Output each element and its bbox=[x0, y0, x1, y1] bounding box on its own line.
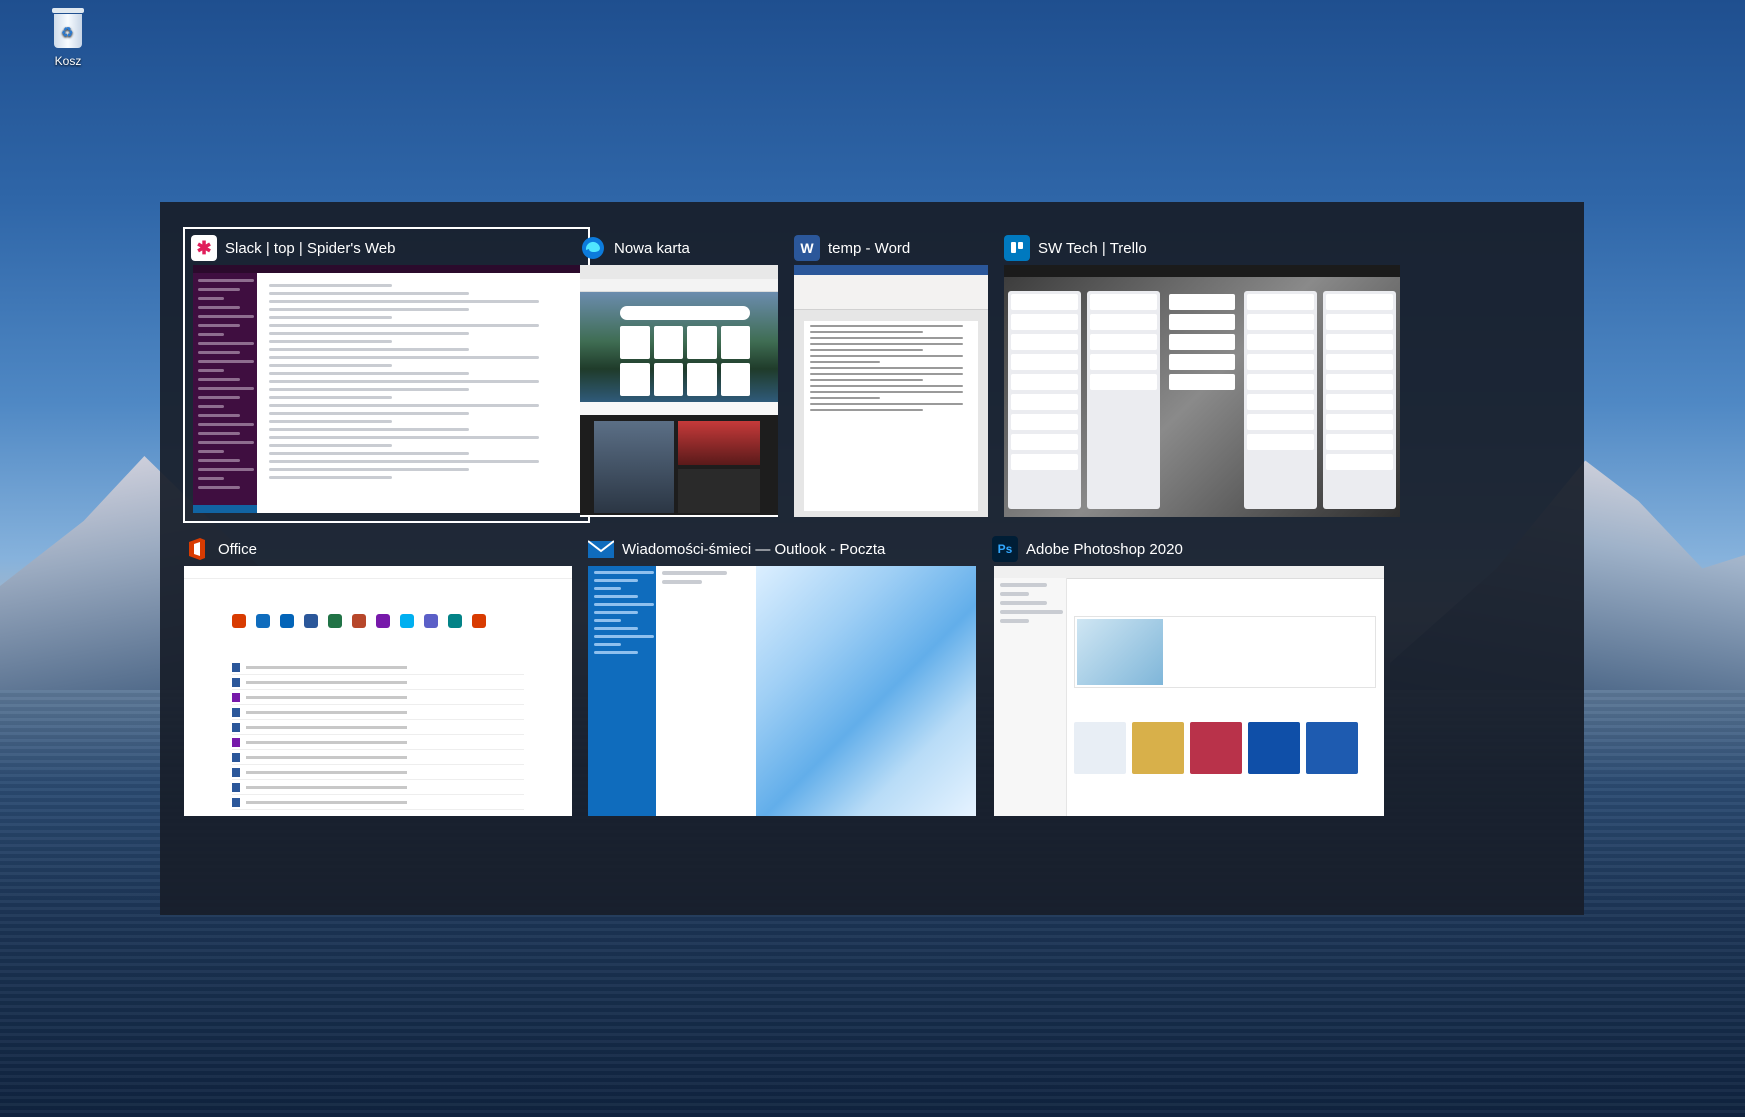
task-switcher: ✱ Slack | top | Spider's Web Nowa karta … bbox=[160, 202, 1584, 915]
window-preview bbox=[580, 265, 778, 517]
window-thumbnail-edge[interactable]: Nowa karta bbox=[574, 229, 784, 521]
recycle-bin-icon: ♻ bbox=[51, 8, 85, 48]
window-thumbnail-photoshop[interactable]: Ps Adobe Photoshop 2020 bbox=[986, 530, 1390, 816]
window-thumbnail-word[interactable]: W temp - Word bbox=[788, 229, 994, 521]
window-title: Slack | top | Spider's Web bbox=[225, 239, 396, 257]
window-preview bbox=[994, 566, 1384, 816]
window-preview bbox=[794, 265, 988, 517]
window-header: Office bbox=[184, 534, 257, 564]
slack-icon: ✱ bbox=[191, 235, 217, 261]
window-title: Nowa karta bbox=[614, 239, 690, 257]
word-icon: W bbox=[794, 235, 820, 261]
window-header: Ps Adobe Photoshop 2020 bbox=[992, 534, 1183, 564]
window-preview bbox=[193, 265, 580, 513]
window-thumbnail-outlook[interactable]: Wiadomości-śmieci — Outlook - Poczta bbox=[582, 530, 982, 816]
window-title: Adobe Photoshop 2020 bbox=[1026, 540, 1183, 558]
window-header: Wiadomości-śmieci — Outlook - Poczta bbox=[588, 534, 885, 564]
window-title: Wiadomości-śmieci — Outlook - Poczta bbox=[622, 540, 886, 558]
window-thumbnail-office[interactable]: Office bbox=[178, 530, 578, 816]
trello-icon bbox=[1004, 235, 1030, 261]
window-header: ✱ Slack | top | Spider's Web bbox=[191, 233, 395, 263]
mail-icon bbox=[588, 536, 614, 562]
window-preview bbox=[184, 566, 572, 816]
window-title: Office bbox=[218, 540, 257, 558]
window-preview bbox=[588, 566, 976, 816]
recycle-bin-shortcut[interactable]: ♻ Kosz bbox=[40, 8, 96, 68]
window-header: SW Tech | Trello bbox=[1004, 233, 1147, 263]
office-icon bbox=[184, 536, 210, 562]
window-header: W temp - Word bbox=[794, 233, 910, 263]
window-title: SW Tech | Trello bbox=[1038, 239, 1147, 257]
window-header: Nowa karta bbox=[580, 233, 690, 263]
window-thumbnail-slack[interactable]: ✱ Slack | top | Spider's Web bbox=[183, 227, 590, 523]
window-preview bbox=[1004, 265, 1400, 517]
window-thumbnail-trello[interactable]: SW Tech | Trello bbox=[998, 229, 1406, 521]
recycle-bin-label: Kosz bbox=[54, 54, 82, 68]
photoshop-icon: Ps bbox=[992, 536, 1018, 562]
window-title: temp - Word bbox=[828, 239, 911, 257]
edge-icon bbox=[580, 235, 606, 261]
